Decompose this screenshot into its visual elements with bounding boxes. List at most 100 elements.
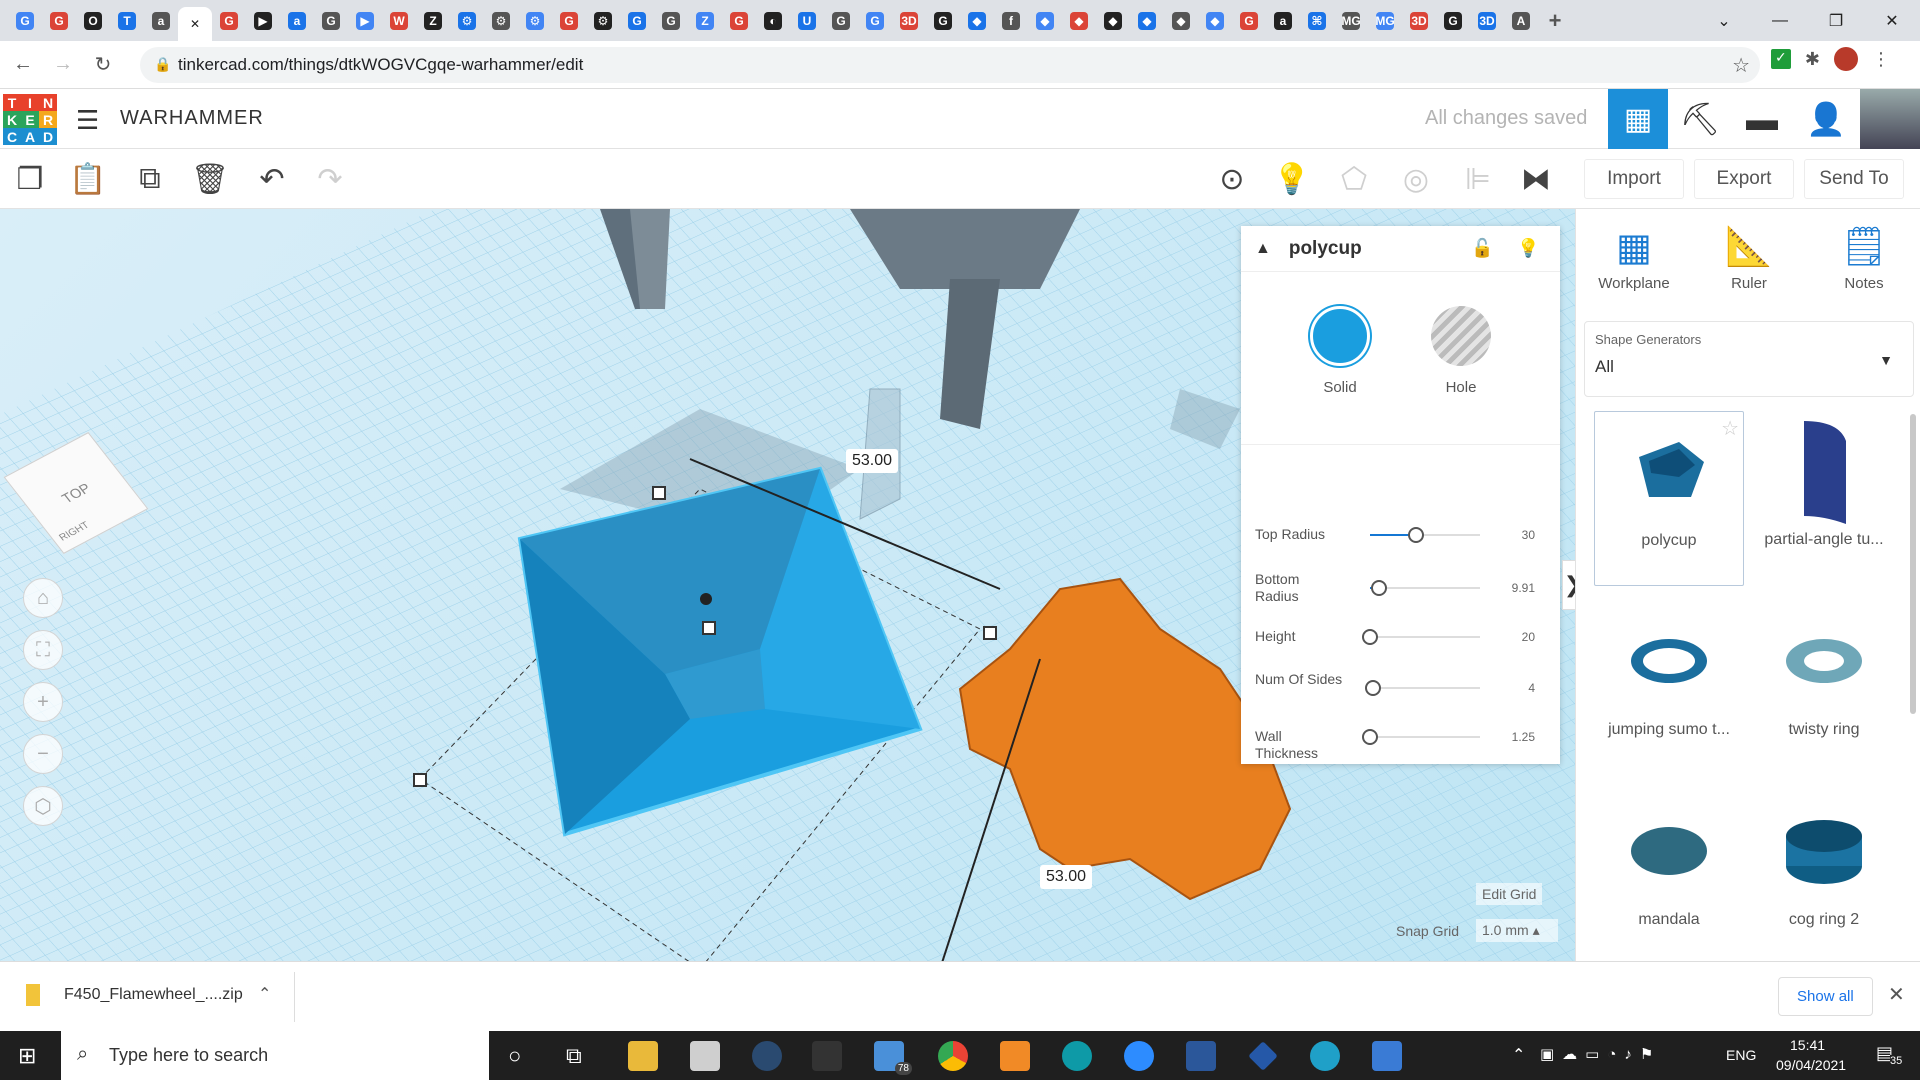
browser-tab[interactable]: 3D: [1470, 6, 1504, 36]
browser-tab[interactable]: ▶: [348, 6, 382, 36]
browser-tab[interactable]: ⚙: [586, 6, 620, 36]
browser-tab[interactable]: G: [212, 6, 246, 36]
download-options-icon[interactable]: ⌃: [258, 984, 271, 1004]
bookmark-star-icon[interactable]: ☆: [1732, 53, 1750, 78]
store-icon[interactable]: [690, 1041, 720, 1071]
zoom-out-icon[interactable]: −: [23, 734, 63, 774]
notes-view-icon[interactable]: ⊙: [1212, 159, 1252, 199]
browser-tab[interactable]: T: [110, 6, 144, 36]
dimension-width-value[interactable]: 53.00: [846, 449, 899, 473]
param-slider[interactable]: [1362, 629, 1480, 645]
redo-icon[interactable]: ↷: [310, 159, 350, 199]
home-view-icon[interactable]: ⌂: [23, 578, 63, 618]
tray-icons[interactable]: ▣☁▭◔♪⚑: [1540, 1045, 1661, 1063]
blocks-pickaxe-icon[interactable]: ⛏: [1670, 89, 1730, 149]
fit-view-icon[interactable]: ⛶: [23, 630, 63, 670]
windows-start-icon[interactable]: ⊞: [18, 1043, 36, 1069]
browser-tab[interactable]: a: [144, 6, 178, 36]
param-value[interactable]: 4: [1528, 681, 1535, 695]
ungroup-icon[interactable]: ◎: [1396, 159, 1436, 199]
browser-tab[interactable]: U: [790, 6, 824, 36]
align-icon[interactable]: ⊫: [1458, 159, 1498, 199]
forward-icon[interactable]: →: [46, 53, 80, 76]
param-value[interactable]: 20: [1522, 630, 1535, 644]
chrome-icon[interactable]: [938, 1041, 968, 1071]
browser-tab[interactable]: a: [280, 6, 314, 36]
browser-tab[interactable]: G: [314, 6, 348, 36]
extensions-puzzle-icon[interactable]: ✱: [1805, 49, 1820, 70]
word-icon[interactable]: [1186, 1041, 1216, 1071]
browser-tab[interactable]: Z: [416, 6, 450, 36]
sidebar-scrollbar[interactable]: [1910, 414, 1916, 714]
browser-tab[interactable]: f: [994, 6, 1028, 36]
diamond-app-icon[interactable]: [1248, 1041, 1278, 1071]
bricks-icon[interactable]: ▬: [1732, 89, 1792, 149]
steam-icon[interactable]: [752, 1041, 782, 1071]
browser-tab[interactable]: ⚙: [484, 6, 518, 36]
browser-tab[interactable]: a: [1266, 6, 1300, 36]
taskbar-search[interactable]: ⌕ Type here to search: [61, 1031, 489, 1080]
group-icon[interactable]: ⬠: [1334, 159, 1374, 199]
browser-tab[interactable]: ◆: [1164, 6, 1198, 36]
shape-item-mandala[interactable]: mandala: [1594, 791, 1744, 966]
shape-name[interactable]: polycup: [1289, 238, 1362, 260]
user-avatar[interactable]: [1860, 89, 1920, 149]
param-slider[interactable]: [1370, 580, 1480, 596]
browser-tab[interactable]: G: [654, 6, 688, 36]
browser-tab[interactable]: ◆: [1130, 6, 1164, 36]
undo-icon[interactable]: ↶: [252, 159, 292, 199]
param-value[interactable]: 9.91: [1512, 581, 1535, 595]
browser-tab[interactable]: G: [552, 6, 586, 36]
cortana-icon[interactable]: ○: [508, 1043, 521, 1069]
notes-tool[interactable]: 🗒 Notes: [1814, 225, 1914, 292]
slider-knob[interactable]: [1362, 629, 1378, 645]
profile-avatar-icon[interactable]: [1834, 47, 1858, 71]
solid-color-swatch[interactable]: [1310, 306, 1370, 366]
design-menu-icon[interactable]: ☰: [76, 105, 99, 136]
slider-knob[interactable]: [1365, 680, 1382, 696]
send-to-button[interactable]: Send To: [1804, 159, 1904, 199]
slider-knob[interactable]: [1370, 580, 1387, 596]
browser-tab[interactable]: G: [1436, 6, 1470, 36]
arduino-icon[interactable]: [1062, 1041, 1092, 1071]
shape-item-twisty-ring[interactable]: twisty ring: [1749, 601, 1899, 776]
edge-icon[interactable]: [1310, 1041, 1340, 1071]
browser-tab[interactable]: Z: [688, 6, 722, 36]
browser-tab[interactable]: W: [382, 6, 416, 36]
browser-tab[interactable]: G: [858, 6, 892, 36]
slider-knob[interactable]: [1362, 729, 1378, 745]
light-bulb-icon[interactable]: 💡: [1272, 159, 1312, 199]
slider-knob[interactable]: [1408, 527, 1425, 543]
browser-tab[interactable]: 3D: [1402, 6, 1436, 36]
collapse-inspector-icon[interactable]: ▲: [1255, 240, 1271, 258]
hole-swatch[interactable]: [1431, 306, 1491, 366]
back-icon[interactable]: ←: [6, 53, 40, 76]
shape-item-cog-ring[interactable]: cog ring 2: [1749, 791, 1899, 966]
browser-tab[interactable]: G: [42, 6, 76, 36]
browser-tab[interactable]: ◆: [1062, 6, 1096, 36]
language-indicator[interactable]: ENG: [1726, 1047, 1756, 1063]
close-window-button[interactable]: ✕: [1864, 11, 1920, 31]
game-app-icon[interactable]: [812, 1041, 842, 1071]
browser-tab[interactable]: A: [1504, 6, 1538, 36]
zoom-in-icon[interactable]: +: [23, 682, 63, 722]
export-button[interactable]: Export: [1694, 159, 1794, 199]
tab-search-icon[interactable]: ⌄: [1696, 11, 1752, 31]
clock-date[interactable]: 09/04/2021: [1776, 1057, 1846, 1073]
mail-icon[interactable]: 78: [874, 1041, 912, 1075]
photos-icon[interactable]: [1372, 1041, 1402, 1071]
invite-user-icon[interactable]: 👤: [1796, 89, 1856, 149]
browser-tab[interactable]: ◆: [1096, 6, 1130, 36]
browser-tab[interactable]: ◆: [960, 6, 994, 36]
copy-icon[interactable]: ❐: [10, 159, 50, 199]
visibility-bulb-icon[interactable]: 💡: [1517, 238, 1539, 259]
param-value[interactable]: 30: [1522, 528, 1535, 542]
param-value[interactable]: 1.25: [1512, 730, 1535, 744]
dimension-length-value[interactable]: 53.00: [1040, 865, 1093, 889]
shape-item-polycup[interactable]: ☆ polycup: [1594, 411, 1744, 586]
browser-tab[interactable]: 3D: [892, 6, 926, 36]
tinkercad-logo[interactable]: TIN KER CAD: [3, 94, 57, 146]
file-explorer-icon[interactable]: [628, 1041, 658, 1071]
browser-tab[interactable]: O: [76, 6, 110, 36]
param-slider[interactable]: [1362, 729, 1480, 745]
